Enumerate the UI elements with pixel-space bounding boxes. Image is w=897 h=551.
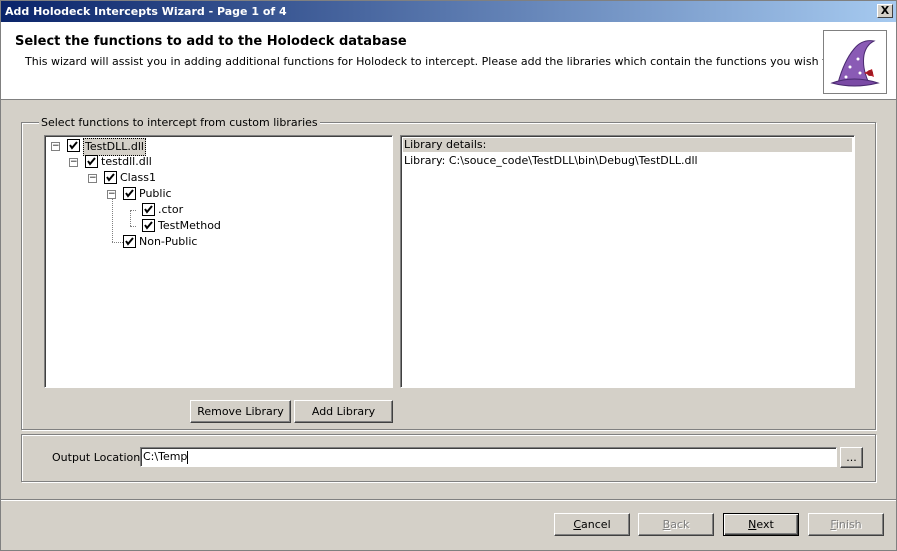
wizard-hat-icon	[823, 30, 887, 94]
checkbox-testdll-root[interactable]	[67, 139, 80, 152]
checkmark-icon	[125, 237, 134, 246]
output-location-input[interactable]: C:\Temp	[140, 447, 837, 467]
tree-label: TestMethod	[158, 219, 221, 232]
add-library-button[interactable]: Add Library	[294, 400, 393, 423]
back-button[interactable]: Back	[638, 513, 714, 536]
checkbox-ctor[interactable]	[142, 203, 155, 216]
wizard-header: Select the functions to add to the Holod…	[1, 22, 896, 100]
minus-expander-icon[interactable]: −	[107, 190, 116, 199]
checkmark-icon	[144, 221, 153, 230]
tree-label: Non-Public	[139, 235, 198, 248]
checkmark-icon	[69, 141, 78, 150]
checkbox-testmethod[interactable]	[142, 219, 155, 232]
checkmark-icon	[87, 157, 96, 166]
footer-separator	[1, 499, 896, 501]
checkbox-testdll[interactable]	[85, 155, 98, 168]
function-tree[interactable]: − TestDLL.dll − testdll.dll − Class1 − P…	[44, 135, 393, 388]
page-title: Select the functions to add to the Holod…	[15, 34, 407, 49]
checkbox-non-public[interactable]	[123, 235, 136, 248]
close-button[interactable]: X	[877, 4, 893, 18]
finish-button[interactable]: Finish	[808, 513, 884, 536]
minus-expander-icon[interactable]: −	[51, 142, 60, 151]
page-description: This wizard will assist you in adding ad…	[25, 55, 861, 68]
checkmark-icon	[144, 205, 153, 214]
minus-expander-icon[interactable]: −	[88, 174, 97, 183]
tree-label: testdll.dll	[101, 155, 152, 168]
remove-library-button[interactable]: Remove Library	[190, 400, 291, 423]
output-location-value: C:\Temp	[143, 450, 188, 463]
tree-label: Public	[139, 187, 172, 200]
browse-button[interactable]: ...	[840, 447, 863, 468]
output-location-label: Output Location	[52, 451, 141, 464]
checkmark-icon	[106, 173, 115, 182]
library-details-panel: Library details: Library: C:\souce_code\…	[400, 135, 855, 388]
minus-expander-icon[interactable]: −	[69, 158, 78, 167]
tree-label: Class1	[120, 171, 156, 184]
checkmark-icon	[125, 189, 134, 198]
next-button[interactable]: Next	[723, 513, 799, 536]
window-title: Add Holodeck Intercepts Wizard - Page 1 …	[5, 5, 287, 18]
tree-label: .ctor	[158, 203, 184, 216]
cancel-button[interactable]: Cancel	[554, 513, 630, 536]
checkbox-class1[interactable]	[104, 171, 117, 184]
wizard-window: Add Holodeck Intercepts Wizard - Page 1 …	[0, 0, 897, 551]
functions-group-legend: Select functions to intercept from custo…	[39, 116, 320, 129]
title-bar: Add Holodeck Intercepts Wizard - Page 1 …	[1, 1, 896, 22]
library-path: Library: C:\souce_code\TestDLL\bin\Debug…	[404, 154, 698, 167]
checkbox-public[interactable]	[123, 187, 136, 200]
text-caret	[187, 450, 189, 464]
library-details-header: Library details:	[403, 138, 852, 152]
